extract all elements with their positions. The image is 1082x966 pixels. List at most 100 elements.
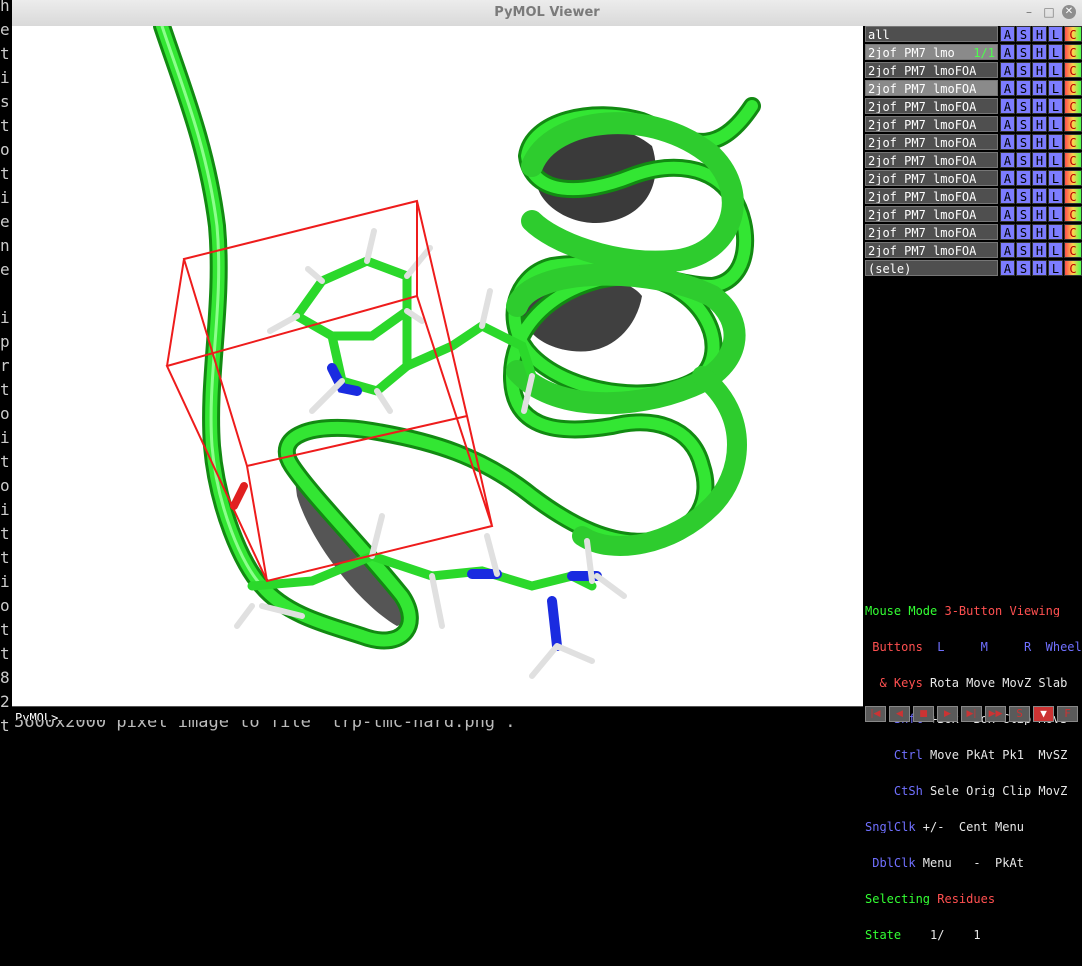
playback-button[interactable]: ▶| xyxy=(961,706,982,722)
object-s-button[interactable]: S xyxy=(1016,242,1031,258)
object-l-button[interactable]: L xyxy=(1048,170,1063,186)
object-name[interactable]: 2jof_PM7_lmoFOA_ xyxy=(865,98,998,114)
object-h-button[interactable]: H xyxy=(1032,152,1047,168)
object-a-button[interactable]: A xyxy=(1000,80,1015,96)
object-s-button[interactable]: S xyxy=(1016,188,1031,204)
object-s-button[interactable]: S xyxy=(1016,116,1031,132)
object-l-button[interactable]: L xyxy=(1048,188,1063,204)
object-name[interactable]: 2jof_PM7_lmoFOA_ xyxy=(865,188,998,204)
object-a-button[interactable]: A xyxy=(1000,116,1015,132)
object-row[interactable]: 2jof_PM7_lmoFOA_ A S H L C xyxy=(865,170,1082,187)
object-s-button[interactable]: S xyxy=(1016,44,1031,60)
object-a-button[interactable]: A xyxy=(1000,260,1015,276)
object-a-button[interactable]: A xyxy=(1000,152,1015,168)
object-c-button[interactable]: C xyxy=(1064,26,1082,42)
object-h-button[interactable]: H xyxy=(1032,44,1047,60)
playback-button[interactable]: |◀ xyxy=(865,706,886,722)
object-s-button[interactable]: S xyxy=(1016,62,1031,78)
object-s-button[interactable]: S xyxy=(1016,98,1031,114)
object-name[interactable]: 2jof_PM7_lmoFOA_ xyxy=(865,116,998,132)
object-name[interactable]: 2jof_PM7_lmo 1/1 xyxy=(865,44,998,60)
object-c-button[interactable]: C xyxy=(1064,62,1082,78)
playback-button[interactable]: ▶▶ xyxy=(985,706,1006,722)
object-l-button[interactable]: L xyxy=(1048,44,1063,60)
object-h-button[interactable]: H xyxy=(1032,170,1047,186)
object-h-button[interactable]: H xyxy=(1032,134,1047,150)
object-name[interactable]: (sele) xyxy=(865,260,998,276)
object-s-button[interactable]: S xyxy=(1016,206,1031,222)
object-name[interactable]: 2jof_PM7_lmoFOA_ xyxy=(865,80,998,96)
object-c-button[interactable]: C xyxy=(1064,260,1082,276)
object-c-button[interactable]: C xyxy=(1064,44,1082,60)
close-icon[interactable]: ✕ xyxy=(1062,5,1076,19)
object-l-button[interactable]: L xyxy=(1048,80,1063,96)
object-h-button[interactable]: H xyxy=(1032,62,1047,78)
object-a-button[interactable]: A xyxy=(1000,44,1015,60)
object-c-button[interactable]: C xyxy=(1064,134,1082,150)
object-s-button[interactable]: S xyxy=(1016,152,1031,168)
playback-button[interactable]: ▼ xyxy=(1033,706,1054,722)
object-row[interactable]: 2jof_PM7_lmoFOA_ A S H L C xyxy=(865,224,1082,241)
object-h-button[interactable]: H xyxy=(1032,224,1047,240)
object-c-button[interactable]: C xyxy=(1064,98,1082,114)
object-name[interactable]: 2jof_PM7_lmoFOA_ xyxy=(865,62,998,78)
object-a-button[interactable]: A xyxy=(1000,62,1015,78)
object-l-button[interactable]: L xyxy=(1048,242,1063,258)
object-c-button[interactable]: C xyxy=(1064,170,1082,186)
playback-button[interactable]: ◀ xyxy=(889,706,910,722)
object-s-button[interactable]: S xyxy=(1016,134,1031,150)
object-s-button[interactable]: S xyxy=(1016,80,1031,96)
object-name[interactable]: 2jof_PM7_lmoFOA_ xyxy=(865,170,998,186)
maximize-icon[interactable]: □ xyxy=(1042,5,1056,19)
object-a-button[interactable]: A xyxy=(1000,170,1015,186)
object-l-button[interactable]: L xyxy=(1048,260,1063,276)
object-l-button[interactable]: L xyxy=(1048,98,1063,114)
object-h-button[interactable]: H xyxy=(1032,242,1047,258)
object-c-button[interactable]: C xyxy=(1064,188,1082,204)
object-row[interactable]: 2jof_PM7_lmoFOA_ A S H L C xyxy=(865,152,1082,169)
object-s-button[interactable]: S xyxy=(1016,26,1031,42)
object-row[interactable]: 2jof_PM7_lmoFOA_ A S H L C xyxy=(865,116,1082,133)
object-name[interactable]: 2jof_PM7_lmoFOA_ xyxy=(865,224,998,240)
object-a-button[interactable]: A xyxy=(1000,242,1015,258)
object-l-button[interactable]: L xyxy=(1048,116,1063,132)
object-a-button[interactable]: A xyxy=(1000,224,1015,240)
object-h-button[interactable]: H xyxy=(1032,188,1047,204)
object-row[interactable]: 2jof_PM7_lmoFOA_ A S H L C xyxy=(865,98,1082,115)
object-s-button[interactable]: S xyxy=(1016,170,1031,186)
object-row[interactable]: (sele) A S H L C xyxy=(865,260,1082,277)
object-h-button[interactable]: H xyxy=(1032,260,1047,276)
object-name[interactable]: 2jof_PM7_lmoFOA_ xyxy=(865,134,998,150)
playback-button[interactable]: ▶ xyxy=(937,706,958,722)
object-a-button[interactable]: A xyxy=(1000,26,1015,42)
object-a-button[interactable]: A xyxy=(1000,98,1015,114)
object-name[interactable]: 2jof_PM7_lmoFOA_ xyxy=(865,242,998,258)
object-row[interactable]: 2jof_PM7_lmo 1/1 A S H L C xyxy=(865,44,1082,61)
object-c-button[interactable]: C xyxy=(1064,80,1082,96)
object-a-button[interactable]: A xyxy=(1000,188,1015,204)
object-h-button[interactable]: H xyxy=(1032,80,1047,96)
object-name[interactable]: 2jof_PM7_lmoFOA_ xyxy=(865,206,998,222)
object-h-button[interactable]: H xyxy=(1032,116,1047,132)
object-row[interactable]: 2jof_PM7_lmoFOA_ A S H L C xyxy=(865,242,1082,259)
object-c-button[interactable]: C xyxy=(1064,206,1082,222)
object-row[interactable]: all A S H L C xyxy=(865,26,1082,43)
object-c-button[interactable]: C xyxy=(1064,224,1082,240)
object-c-button[interactable]: C xyxy=(1064,116,1082,132)
object-a-button[interactable]: A xyxy=(1000,206,1015,222)
object-l-button[interactable]: L xyxy=(1048,224,1063,240)
object-c-button[interactable]: C xyxy=(1064,152,1082,168)
playback-button[interactable]: ■ xyxy=(913,706,934,722)
object-h-button[interactable]: H xyxy=(1032,98,1047,114)
object-row[interactable]: 2jof_PM7_lmoFOA_ A S H L C xyxy=(865,188,1082,205)
object-row[interactable]: 2jof_PM7_lmoFOA_ A S H L C xyxy=(865,134,1082,151)
object-l-button[interactable]: L xyxy=(1048,26,1063,42)
object-name[interactable]: all xyxy=(865,26,998,42)
object-row[interactable]: 2jof_PM7_lmoFOA_ A S H L C xyxy=(865,62,1082,79)
object-row[interactable]: 2jof_PM7_lmoFOA_ A S H L C xyxy=(865,80,1082,97)
window-titlebar[interactable]: PyMOL Viewer – □ ✕ xyxy=(12,0,1082,27)
minimize-icon[interactable]: – xyxy=(1022,5,1036,19)
playback-button[interactable]: S xyxy=(1009,706,1030,722)
object-l-button[interactable]: L xyxy=(1048,134,1063,150)
object-l-button[interactable]: L xyxy=(1048,62,1063,78)
